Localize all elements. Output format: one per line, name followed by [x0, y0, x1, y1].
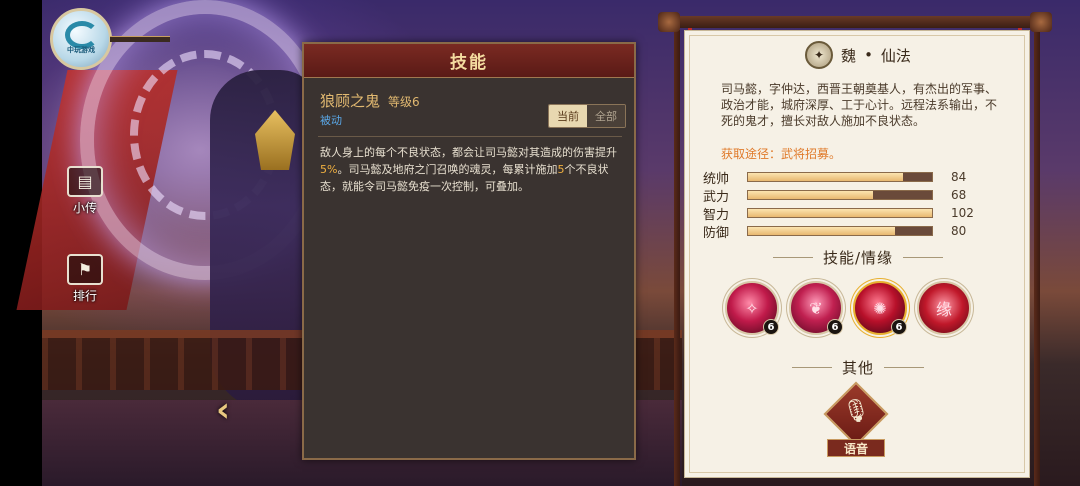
- skill-wolf-icon[interactable]: ✺ 6: [853, 281, 907, 335]
- ranking-flags-icon: ⚑: [67, 254, 103, 285]
- bond-yuan-icon[interactable]: 缘: [917, 281, 971, 335]
- panel-post-right: [1034, 30, 1040, 486]
- scroll-cap-left: [658, 12, 680, 32]
- stat-value: 80: [951, 224, 967, 238]
- skill-desc-highlight1: 5%: [320, 163, 338, 176]
- skill-type: 被动: [320, 114, 342, 127]
- panel-post-left: [674, 30, 680, 486]
- faction-emblem-icon: ✦: [805, 41, 834, 69]
- skill-level-toggle: 当前 全部: [548, 104, 626, 128]
- skill-ghost-icon[interactable]: ✧ 6: [725, 281, 779, 335]
- scroll-rod-decoration: [664, 16, 1052, 28]
- stat-bar: [747, 208, 933, 218]
- heading-divider: [884, 367, 924, 368]
- stat-label: 统帅: [703, 171, 730, 187]
- skill-popup-header: 技能: [304, 44, 634, 78]
- skills-section-heading: 技能/情缘: [685, 247, 1031, 268]
- skill-level-badge: 6: [763, 319, 779, 335]
- biography-cards-icon: ▤: [67, 166, 103, 197]
- faction-row: ✦ 魏 • 仙法: [685, 41, 1031, 69]
- skill-popup-title: 技能: [450, 53, 488, 73]
- ranking-button[interactable]: ⚑ 排行: [60, 254, 110, 304]
- voice-button[interactable]: 🎙 语音: [823, 381, 889, 459]
- stat-value: 102: [951, 206, 974, 220]
- skill-soul-icon[interactable]: ❦ 6: [789, 281, 843, 335]
- heading-divider: [791, 367, 832, 368]
- skill-level-badge: 6: [891, 319, 907, 335]
- stat-bar-fill: [748, 191, 874, 199]
- stat-row-command: 统帅 84: [703, 169, 1013, 187]
- stat-label: 智力: [703, 207, 730, 223]
- hero-info-panel: ✦ 魏 • 仙法 司马懿，字仲达，西晋王朝奠基人，有杰出的军事、政治才能，城府深…: [684, 30, 1030, 478]
- hero-class: 仙法: [880, 46, 911, 65]
- stat-bar-fill: [748, 227, 896, 235]
- logo-text: 中玩游戏: [67, 46, 95, 54]
- skill-level: 等级6: [388, 95, 420, 109]
- logo-rail-decoration: [110, 36, 170, 42]
- stat-row-intellect: 智力 102: [703, 205, 1013, 223]
- skill-name-row: 狼顾之鬼 等级6: [320, 90, 420, 111]
- scroll-cap-right: [1030, 12, 1052, 32]
- biography-button[interactable]: ▤ 小传: [60, 166, 110, 216]
- other-heading-text: 其他: [841, 359, 874, 377]
- previous-hero-arrow-icon[interactable]: ‹: [216, 390, 242, 430]
- skill-description: 敌人身上的每个不良状态，都会让司马懿对其造成的伤害提升 5%。司马懿及地府之门召唤…: [320, 144, 624, 195]
- other-section-heading: 其他: [685, 357, 1031, 378]
- biography-label: 小传: [72, 201, 97, 215]
- skill-level-badge: 6: [827, 319, 843, 335]
- ranking-label: 排行: [72, 289, 97, 303]
- heading-divider: [772, 257, 813, 258]
- stat-value: 84: [951, 170, 967, 184]
- stat-value: 68: [951, 188, 967, 202]
- skill-desc-part2: 。司马懿及地府之门召唤的魂灵，每累计施加: [337, 163, 558, 176]
- skill-name: 狼顾之鬼: [320, 92, 381, 110]
- heading-divider: [903, 257, 944, 258]
- toggle-current-button[interactable]: 当前: [549, 105, 587, 127]
- skill-divider: [318, 136, 622, 137]
- microphone-icon: 🎙: [842, 399, 870, 424]
- acquire-method: 获取途径：武将招募。: [721, 147, 842, 161]
- stat-bar-fill: [748, 173, 903, 181]
- stat-label: 武力: [703, 189, 730, 205]
- stat-label: 防御: [703, 225, 730, 241]
- stat-row-force: 武力 68: [703, 187, 1013, 205]
- skill-desc-part1: 敌人身上的每个不良状态，都会让司马懿对其造成的伤害提升: [320, 146, 617, 159]
- stat-bar: [747, 190, 933, 200]
- faction-name: 魏: [841, 46, 857, 65]
- stat-row-defense: 防御 80: [703, 223, 1013, 241]
- bond-glyph: 缘: [935, 300, 952, 319]
- faction-separator: •: [864, 46, 873, 64]
- skills-heading-text: 技能/情缘: [822, 249, 894, 267]
- stat-bar: [747, 226, 933, 236]
- voice-label: 语音: [827, 439, 885, 457]
- hero-biography: 司马懿，字仲达，西晋王朝奠基人，有杰出的军事、政治才能，城府深厚、工于心计。远程…: [721, 82, 998, 128]
- stat-bar: [747, 172, 933, 182]
- game-logo[interactable]: 中玩游戏: [50, 8, 112, 70]
- skill-detail-popup: 技能 狼顾之鬼 等级6 被动 当前 全部 敌人身上的每个不良状态，都会让司马懿对…: [302, 42, 636, 460]
- stat-bar-fill: [748, 209, 932, 217]
- toggle-all-button[interactable]: 全部: [587, 105, 625, 127]
